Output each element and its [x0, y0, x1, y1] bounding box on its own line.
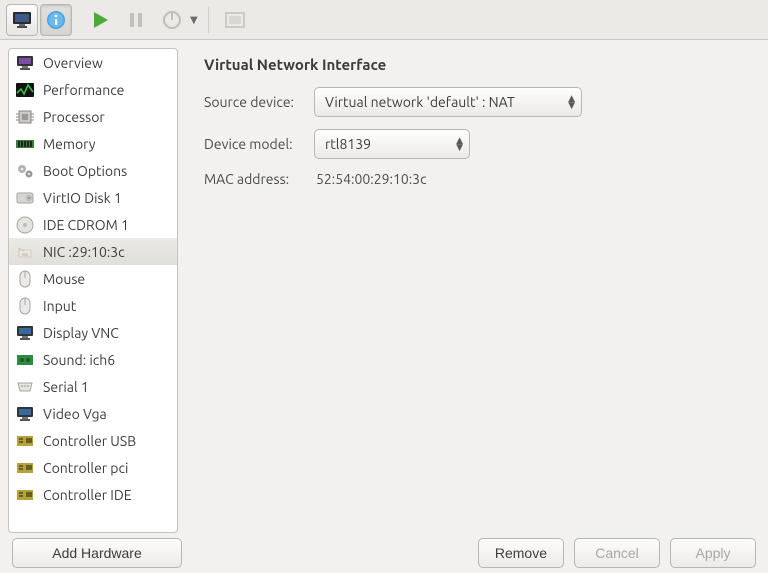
sidebar-item-label: Boot Options [43, 163, 127, 179]
sidebar-item-virtio-disk-1[interactable]: VirtIO Disk 1 [9, 184, 177, 211]
monitor-icon [15, 55, 35, 71]
sidebar-item-video-vga[interactable]: Video Vga [9, 400, 177, 427]
sidebar-item-ide-cdrom-1[interactable]: IDE CDROM 1 [9, 211, 177, 238]
monitor-icon [15, 406, 35, 422]
source-device-combo[interactable]: Virtual network 'default' : NAT ▲▼ [314, 87, 582, 117]
sidebar-item-memory[interactable]: Memory [9, 130, 177, 157]
sidebar-item-label: Mouse [43, 271, 85, 287]
shutdown-button[interactable] [156, 4, 188, 36]
sidebar-item-controller-usb[interactable]: Controller USB [9, 427, 177, 454]
info-icon [45, 9, 67, 31]
device-model-value: rtl8139 [325, 136, 371, 152]
memory-icon [15, 138, 35, 150]
device-model-combo[interactable]: rtl8139 ▲▼ [314, 129, 470, 159]
sidebar-item-label: Controller IDE [43, 487, 132, 503]
sidebar-item-label: IDE CDROM 1 [43, 217, 129, 233]
shutdown-menu-arrow[interactable]: ▼ [190, 14, 198, 26]
cancel-button[interactable]: Cancel [574, 538, 660, 568]
cpu-icon [15, 108, 35, 126]
sidebar-item-label: Controller USB [43, 433, 136, 449]
sidebar-item-label: VirtIO Disk 1 [43, 190, 122, 206]
sidebar-item-label: Display VNC [43, 325, 119, 341]
chevron-updown-icon: ▲▼ [568, 95, 575, 109]
chevron-updown-icon: ▲▼ [456, 137, 463, 151]
sidebar-item-display-vnc[interactable]: Display VNC [9, 319, 177, 346]
toolbar-separator [208, 7, 209, 33]
monitor-icon [15, 325, 35, 341]
pause-icon [127, 11, 145, 29]
toolbar: ▼ [0, 0, 768, 40]
sidebar-item-controller-ide[interactable]: Controller IDE [9, 481, 177, 508]
sidebar-item-label: Memory [43, 136, 96, 152]
activity-icon [15, 83, 35, 97]
fullscreen-button[interactable] [219, 4, 251, 36]
sidebar-item-mouse[interactable]: Mouse [9, 265, 177, 292]
mouse-icon [15, 270, 35, 288]
power-icon [162, 10, 182, 30]
controller-icon [15, 461, 35, 475]
sidebar-item-label: Serial 1 [43, 379, 89, 395]
mac-address-label: MAC address: [204, 171, 314, 187]
sidebar-item-label: Input [43, 298, 76, 314]
network-icon [15, 245, 35, 259]
sidebar-item-boot-options[interactable]: Boot Options [9, 157, 177, 184]
serial-port-icon [15, 381, 35, 393]
details-view-button[interactable] [40, 4, 72, 36]
mouse-icon [15, 297, 35, 315]
panel-title: Virtual Network Interface [204, 56, 750, 73]
console-view-button[interactable] [6, 4, 38, 36]
sidebar-item-label: NIC :29:10:3c [43, 244, 125, 260]
sidebar-item-label: Video Vga [43, 406, 107, 422]
detail-panel: Virtual Network Interface Source device:… [186, 40, 768, 533]
source-device-label: Source device: [204, 94, 314, 110]
sidebar-item-processor[interactable]: Processor [9, 103, 177, 130]
sidebar-item-sound[interactable]: Sound: ich6 [9, 346, 177, 373]
hardware-sidebar[interactable]: Overview Performance Processor Memory Bo… [8, 48, 178, 533]
sidebar-item-serial-1[interactable]: Serial 1 [9, 373, 177, 400]
sidebar-item-label: Sound: ich6 [43, 352, 115, 368]
mac-address-value: 52:54:00:29:10:3c [314, 171, 427, 187]
sidebar-item-label: Overview [43, 55, 103, 71]
disk-icon [15, 191, 35, 205]
run-button[interactable] [84, 4, 116, 36]
sidebar-item-overview[interactable]: Overview [9, 49, 177, 76]
cdrom-icon [15, 216, 35, 234]
sidebar-item-label: Performance [43, 82, 124, 98]
gears-icon [15, 163, 35, 179]
sidebar-item-label: Controller pci [43, 460, 128, 476]
add-hardware-button[interactable]: Add Hardware [12, 538, 182, 568]
footer: Add Hardware Remove Cancel Apply [0, 533, 768, 573]
fullscreen-icon [225, 12, 245, 28]
remove-button[interactable]: Remove [478, 538, 564, 568]
sidebar-item-controller-pci[interactable]: Controller pci [9, 454, 177, 481]
pause-button[interactable] [120, 4, 152, 36]
controller-icon [15, 434, 35, 448]
source-device-value: Virtual network 'default' : NAT [325, 94, 515, 110]
sidebar-item-nic[interactable]: NIC :29:10:3c [9, 238, 177, 265]
sidebar-item-performance[interactable]: Performance [9, 76, 177, 103]
apply-button[interactable]: Apply [670, 538, 756, 568]
device-model-label: Device model: [204, 136, 314, 152]
sidebar-item-input[interactable]: Input [9, 292, 177, 319]
sidebar-item-label: Processor [43, 109, 105, 125]
monitor-icon [12, 11, 32, 29]
sound-card-icon [15, 353, 35, 367]
play-icon [90, 10, 110, 30]
controller-icon [15, 488, 35, 502]
